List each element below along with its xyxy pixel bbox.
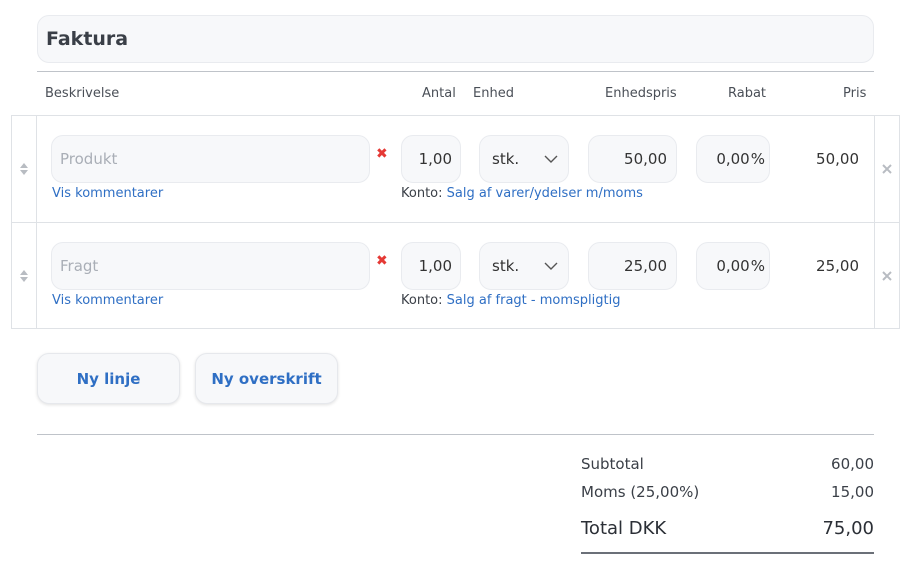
clear-description-icon[interactable]: ✖ — [376, 253, 388, 269]
unit-select[interactable]: stk. — [479, 135, 569, 183]
account-label: Konto: — [401, 293, 443, 308]
account-link[interactable]: Salg af fragt - momspligtig — [447, 293, 621, 308]
discount-input[interactable]: 0,00% — [696, 135, 770, 183]
account-info: Konto: Salg af fragt - momspligtig — [401, 293, 620, 308]
account-link[interactable]: Salg af varer/ydelser m/moms — [447, 186, 643, 201]
quantity-input[interactable]: 1,00 — [401, 135, 461, 183]
header-divider — [37, 71, 874, 72]
subtotal-label: Subtotal — [581, 455, 644, 473]
unit-price-input[interactable]: 50,00 — [588, 135, 677, 183]
close-icon — [882, 164, 892, 174]
drag-handle[interactable] — [12, 116, 37, 222]
invoice-line: Fragt ✖ 1,00 stk. 25,00 0,00% 25,00 Vis … — [11, 222, 900, 329]
description-input[interactable]: Fragt — [51, 242, 370, 290]
column-header-discount: Rabat — [728, 86, 767, 101]
subtotal-row: Subtotal 60,00 — [581, 455, 874, 473]
unit-select-value: stk. — [492, 150, 520, 168]
discount-value: 0,00 — [716, 150, 750, 168]
total-label: Total DKK — [581, 518, 667, 539]
sort-arrows-icon — [20, 163, 28, 175]
total-value: 75,00 — [822, 518, 874, 539]
account-label: Konto: — [401, 186, 443, 201]
vat-label: Moms (25,00%) — [581, 483, 700, 501]
subtotal-value: 60,00 — [831, 455, 874, 473]
remove-line-button[interactable] — [874, 223, 899, 328]
discount-input[interactable]: 0,00% — [696, 242, 770, 290]
column-header-description: Beskrivelse — [45, 86, 120, 101]
quantity-input[interactable]: 1,00 — [401, 242, 461, 290]
total-row: Total DKK 75,00 — [581, 518, 874, 539]
chevron-down-icon — [544, 262, 558, 270]
show-comments-link[interactable]: Vis kommentarer — [52, 186, 163, 201]
column-header-unit-price: Enhedspris — [605, 86, 677, 101]
new-heading-button[interactable]: Ny overskrift — [195, 353, 338, 404]
column-header-unit: Enhed — [473, 86, 514, 101]
drag-handle[interactable] — [12, 223, 37, 328]
vat-row: Moms (25,00%) 15,00 — [581, 483, 874, 501]
line-price: 50,00 — [816, 150, 859, 168]
discount-suffix: % — [750, 257, 765, 275]
total-underline — [581, 552, 874, 554]
discount-value: 0,00 — [716, 257, 750, 275]
invoice-title-field[interactable]: Faktura — [37, 15, 874, 63]
column-header-price: Pris — [843, 86, 867, 101]
summary-divider — [37, 434, 874, 435]
unit-price-input[interactable]: 25,00 — [588, 242, 677, 290]
account-info: Konto: Salg af varer/ydelser m/moms — [401, 186, 643, 201]
description-input[interactable]: Produkt — [51, 135, 370, 183]
remove-line-button[interactable] — [874, 116, 899, 222]
invoice-lines: Produkt ✖ 1,00 stk. 50,00 0,00% 50,00 Vi… — [11, 115, 900, 329]
close-icon — [882, 270, 892, 281]
sort-arrows-icon — [20, 269, 28, 282]
column-header-quantity: Antal — [422, 86, 456, 101]
invoice-title: Faktura — [46, 28, 129, 50]
invoice-line: Produkt ✖ 1,00 stk. 50,00 0,00% 50,00 Vi… — [11, 115, 900, 222]
unit-select-value: stk. — [492, 257, 520, 275]
new-line-button[interactable]: Ny linje — [37, 353, 180, 404]
clear-description-icon[interactable]: ✖ — [376, 146, 388, 162]
chevron-down-icon — [544, 155, 558, 163]
show-comments-link[interactable]: Vis kommentarer — [52, 293, 163, 308]
vat-value: 15,00 — [831, 483, 874, 501]
discount-suffix: % — [750, 150, 765, 168]
unit-select[interactable]: stk. — [479, 242, 569, 290]
line-price: 25,00 — [816, 257, 859, 275]
